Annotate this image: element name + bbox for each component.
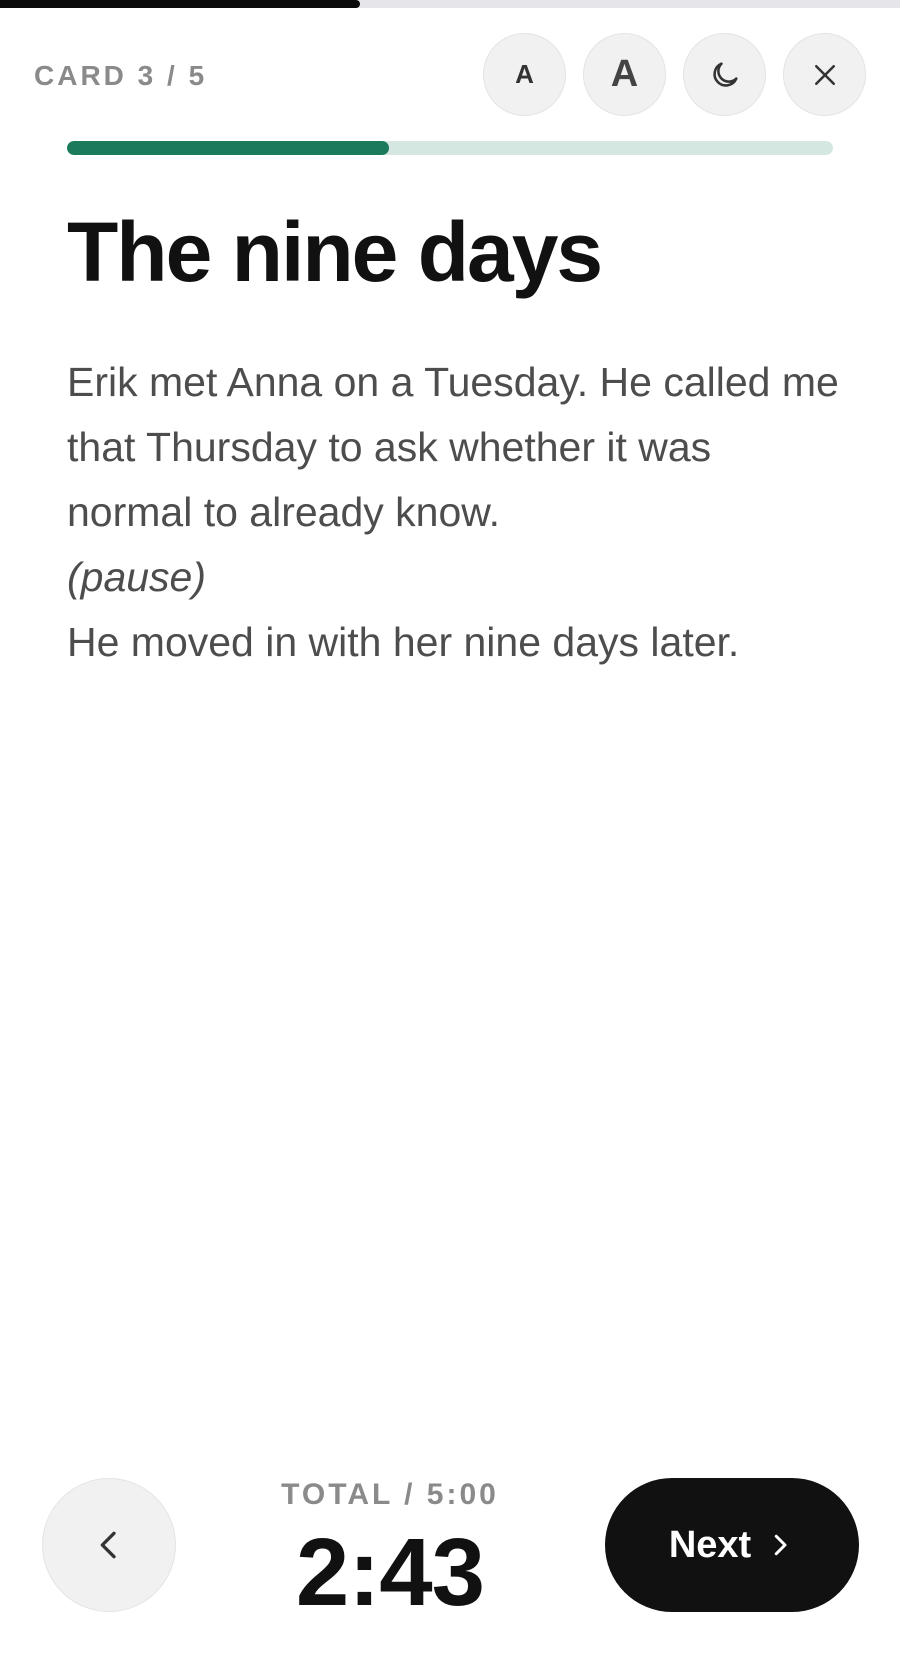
timer-value: 2:43	[295, 1519, 485, 1626]
font-small-icon: A	[515, 59, 534, 89]
font-large-icon: A	[610, 53, 639, 95]
decrease-font-button[interactable]: A	[483, 33, 566, 116]
previous-card-button[interactable]	[42, 1478, 176, 1612]
card-paragraph: Erik met Anna on a Tuesday. He called me…	[67, 359, 839, 535]
next-card-button[interactable]: Next	[605, 1478, 859, 1612]
chevron-left-icon	[100, 1531, 116, 1559]
close-icon	[814, 64, 835, 85]
timer-label: TOTAL / 5:00	[281, 1478, 499, 1511]
card-progress-fill	[67, 141, 389, 155]
chevron-right-icon	[774, 1534, 787, 1556]
session-progress-bar	[0, 0, 900, 8]
session-progress-fill	[0, 0, 360, 8]
card-title: The nine days	[67, 205, 603, 299]
moon-icon	[712, 61, 738, 87]
close-button[interactable]	[783, 33, 866, 116]
header-toolbar: A A	[483, 33, 866, 116]
card-body: Erik met Anna on a Tuesday. He called me…	[67, 350, 847, 675]
increase-font-button[interactable]: A	[583, 33, 666, 116]
stage-direction: (pause)	[67, 554, 207, 600]
theme-toggle-button[interactable]	[683, 33, 766, 116]
next-label: Next	[668, 1523, 752, 1566]
card-paragraph: He moved in with her nine days later.	[67, 619, 740, 665]
card-progress-bar	[67, 141, 833, 155]
card-counter: CARD 3 / 5	[34, 60, 208, 91]
